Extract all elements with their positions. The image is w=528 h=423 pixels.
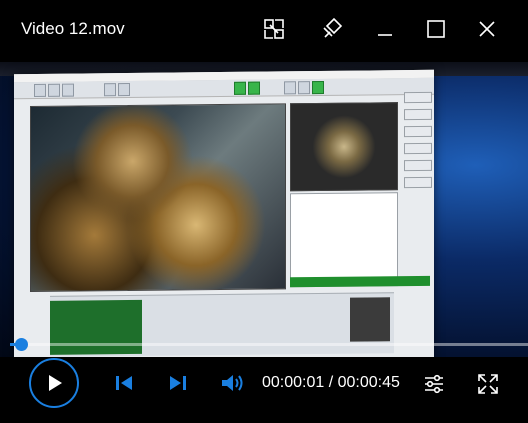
- total-duration: 00:00:45: [337, 374, 400, 391]
- maximize-icon: [427, 20, 445, 38]
- video-side-button: [404, 125, 432, 138]
- video-content-monitor: [14, 69, 434, 357]
- previous-icon: [116, 376, 132, 390]
- video-tool: [118, 82, 130, 97]
- time-display: 00:00:01 / 00:00:45: [262, 374, 400, 392]
- settings-icon: [425, 374, 443, 394]
- fullscreen-button[interactable]: [475, 371, 501, 397]
- video-camera-view: [30, 103, 286, 293]
- next-button[interactable]: [166, 371, 190, 395]
- title-bar: Video 12.mov: [0, 0, 528, 60]
- settings-button[interactable]: [421, 371, 447, 397]
- volume-button[interactable]: [218, 370, 246, 396]
- video-side-button: [404, 91, 432, 104]
- video-diagram: [350, 297, 390, 342]
- video-side-button: [404, 176, 432, 189]
- video-frame[interactable]: [0, 62, 528, 357]
- previous-button[interactable]: [112, 371, 136, 395]
- minimize-icon: [378, 34, 392, 36]
- video-sample-view: [290, 102, 398, 192]
- maximize-button[interactable]: [421, 14, 451, 44]
- pin-button[interactable]: [316, 14, 346, 44]
- volume-icon: [222, 375, 243, 391]
- snap-icon: [264, 19, 284, 39]
- minimize-button[interactable]: [370, 14, 400, 44]
- video-tool: [62, 83, 74, 97]
- seek-bar[interactable]: [10, 343, 528, 346]
- video-tool: [248, 81, 260, 95]
- video-tool: [312, 80, 324, 95]
- video-side-button: [404, 108, 432, 121]
- window-title: Video 12.mov: [21, 19, 125, 38]
- video-side-button: [404, 159, 432, 172]
- video-side-button: [404, 142, 432, 155]
- next-icon: [170, 376, 186, 390]
- video-side-buttons: [404, 91, 432, 194]
- video-tool: [298, 81, 310, 95]
- fullscreen-icon: [478, 374, 498, 394]
- close-icon: [479, 21, 495, 37]
- player-controls: 00:00:01 / 00:00:45: [0, 357, 528, 423]
- play-button[interactable]: [29, 358, 79, 408]
- video-tool: [34, 83, 46, 97]
- video-status-strip: [290, 275, 430, 288]
- video-tool: [104, 83, 116, 97]
- video-content-toolbar: [14, 77, 434, 100]
- video-tool: [284, 81, 296, 95]
- play-icon: [49, 375, 62, 391]
- current-time: 00:00:01: [262, 374, 325, 391]
- snap-button[interactable]: [259, 14, 289, 44]
- video-log-panel: [50, 299, 142, 355]
- close-button[interactable]: [472, 14, 502, 44]
- time-separator: /: [324, 374, 338, 391]
- video-bottom-panel: [50, 292, 394, 357]
- video-tool: [234, 81, 246, 95]
- pin-icon: [323, 17, 343, 38]
- video-side-panel: [290, 192, 398, 288]
- video-tool: [48, 83, 60, 97]
